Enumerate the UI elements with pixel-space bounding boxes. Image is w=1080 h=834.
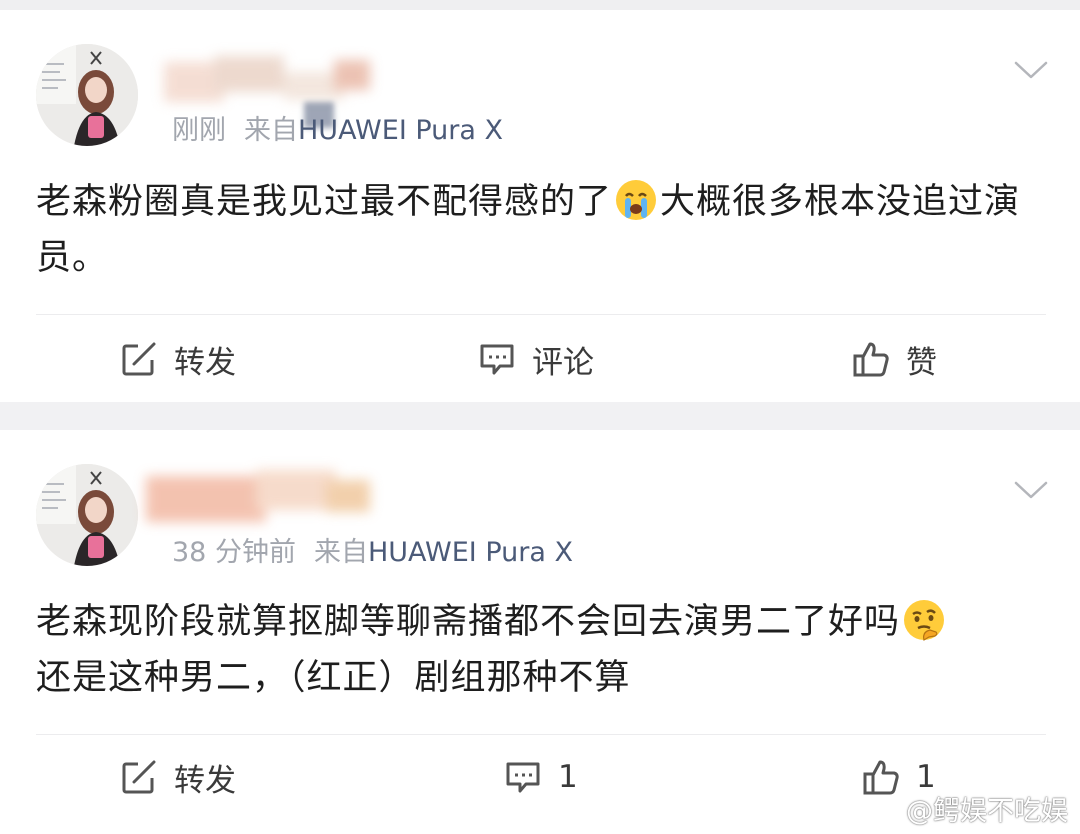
repost-label: 转发 [174, 344, 236, 381]
device-name[interactable]: HUAWEI Pura X [298, 115, 503, 146]
chevron-down-icon[interactable] [1014, 60, 1048, 80]
post-text-part: 还是这种男二，（红正）剧组那种不算 [36, 658, 631, 698]
avatar[interactable] [36, 464, 138, 566]
repost-button[interactable]: 转发 [120, 336, 236, 382]
post-card[interactable]: 38 分钟前 来自HUAWEI Pura X 老森现阶段就算抠脚等聊斋播都不会回去… [0, 430, 1080, 834]
comment-icon [506, 762, 540, 793]
post-time: 38 分钟前 [172, 537, 296, 568]
comment-button[interactable]: 评论 [478, 336, 594, 382]
post-meta: 刚刚 来自HUAWEI Pura X [172, 108, 503, 147]
username-redacted[interactable] [146, 466, 376, 526]
divider [36, 314, 1046, 315]
post-card[interactable]: 刚刚 来自HUAWEI Pura X 老森粉圈真是我见过最不配得感的了 大概很多根… [0, 10, 1080, 402]
from-label: 来自 [244, 115, 298, 146]
thumbs-up-icon [853, 342, 889, 377]
divider [36, 734, 1046, 735]
repost-icon [122, 342, 156, 376]
comment-label: 评论 [532, 344, 594, 381]
repost-icon [122, 760, 156, 794]
watermark: @鳄娱不吃娱 [862, 790, 1068, 827]
repost-button[interactable]: 转发 [120, 754, 236, 800]
like-label: 赞 [906, 344, 937, 381]
comment-icon [480, 344, 514, 375]
weibo-logo-icon [863, 796, 900, 824]
crying-emoji-icon [616, 180, 657, 220]
username-redacted[interactable] [164, 56, 384, 116]
thinking-emoji-icon [904, 600, 945, 641]
post-text: 老森现阶段就算抠脚等聊斋播都不会回去演男二了好吗 还是这种男二，（红正）剧组那种… [36, 594, 1046, 706]
top-separator [0, 0, 1080, 10]
watermark-text: @鳄娱不吃娱 [906, 795, 1068, 827]
avatar[interactable] [36, 44, 138, 146]
comment-count: 1 [558, 759, 578, 795]
post-text: 老森粉圈真是我见过最不配得感的了 大概很多根本没追过演员。 [36, 174, 1046, 286]
comment-button[interactable]: 1 [504, 754, 578, 800]
post-time: 刚刚 [172, 115, 226, 146]
repost-label: 转发 [174, 762, 236, 799]
device-name[interactable]: HUAWEI Pura X [368, 537, 573, 568]
like-button[interactable]: 赞 [852, 336, 937, 382]
post-meta: 38 分钟前 来自HUAWEI Pura X [172, 530, 573, 569]
from-label: 来自 [313, 537, 368, 568]
chevron-down-icon[interactable] [1014, 480, 1048, 500]
post-text-part: 老森现阶段就算抠脚等聊斋播都不会回去演男二了好吗 [36, 602, 901, 642]
post-text-part: 老森粉圈真是我见过最不配得感的了 [36, 182, 613, 222]
